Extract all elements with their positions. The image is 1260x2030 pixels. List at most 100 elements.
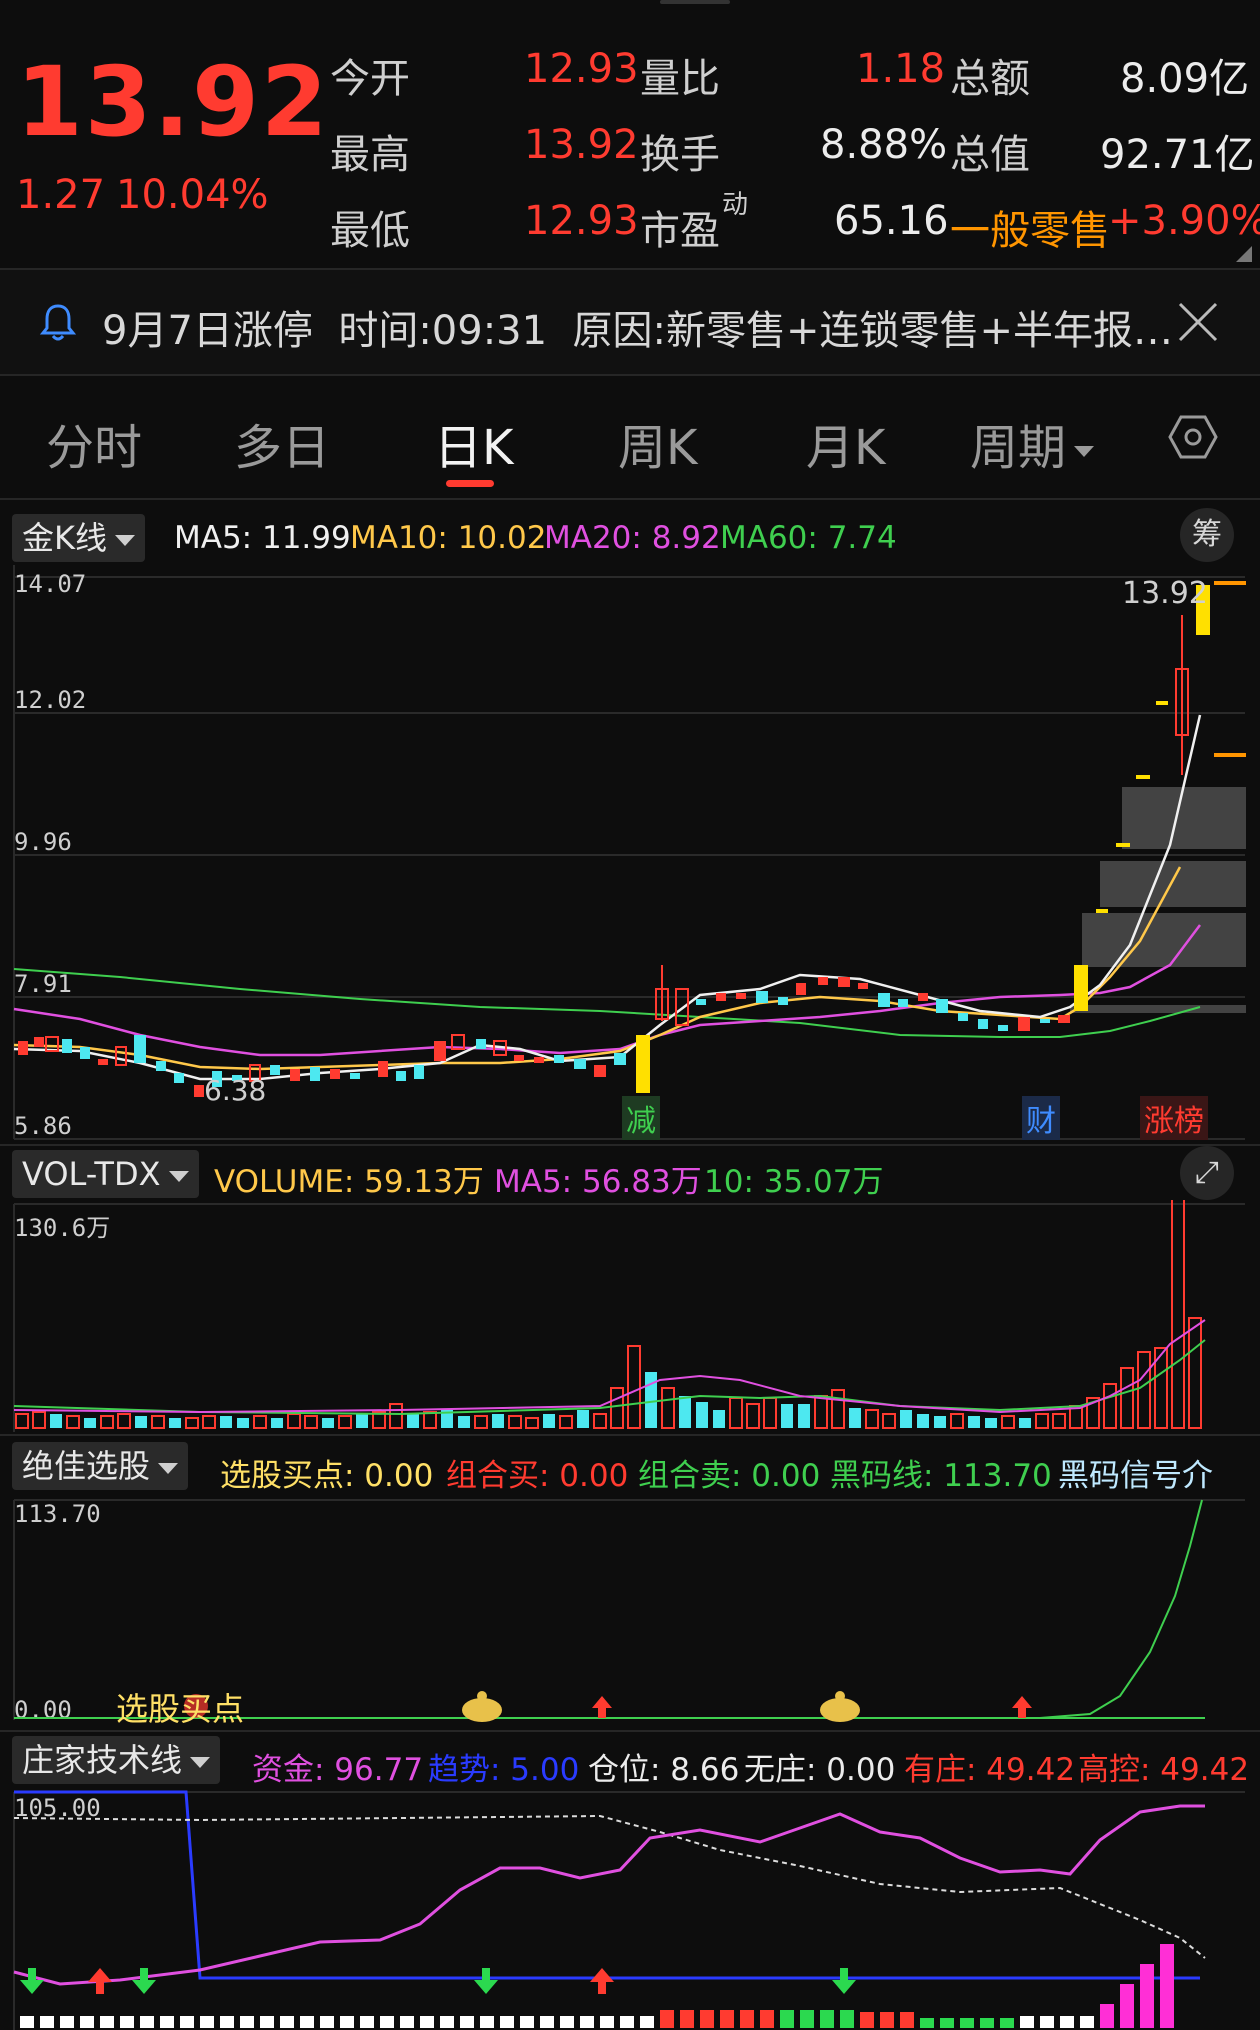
combo-sell-value: 组合卖: 0.00 (638, 1458, 821, 1494)
tab-daily-k[interactable]: 日K (434, 408, 513, 478)
marker-limit-up-list[interactable]: 涨榜 (1140, 1096, 1208, 1140)
dealer-signal-bar (880, 2012, 894, 2028)
dealer-signal-bar (280, 2016, 294, 2028)
volume-ma10-value: 10: 35.07万 (704, 1164, 884, 1200)
volume-bar (917, 1414, 929, 1428)
dealer-signal-bar (40, 2016, 54, 2028)
volume-bar (66, 1415, 80, 1429)
stat-turnover-amount-value: 8.09亿 (1120, 56, 1250, 102)
volume-bar (661, 1387, 675, 1429)
dealer-signal-bar (940, 2018, 954, 2028)
stat-pe-superscript: 动 (722, 190, 749, 220)
volume-bar (1019, 1418, 1031, 1428)
dealer-signal-bar (740, 2010, 754, 2028)
volume-chart[interactable] (0, 1200, 1260, 1432)
dealer-signal-bar (360, 2016, 374, 2028)
volume-bar (882, 1413, 896, 1429)
dealer-signal-bar (640, 2016, 654, 2028)
volume-bar (729, 1397, 743, 1429)
dealer-signal-bar (1060, 2016, 1074, 2028)
no-dealer-value: 无庄: 0.00 (744, 1752, 896, 1788)
black-code-line (1039, 1499, 1203, 1719)
kline-y-label-0: 14.07 (14, 570, 87, 598)
stat-volume-ratio-label: 量比 (640, 56, 720, 102)
candles (18, 581, 1246, 1097)
dealer-signal-bar (320, 2016, 334, 2028)
money-bag-icon (462, 1691, 502, 1722)
volume-bar (423, 1411, 437, 1429)
dealer-signal-bar (440, 2016, 454, 2028)
close-icon[interactable] (1176, 300, 1220, 348)
stat-turnover-rate-value: 8.88% (820, 122, 948, 168)
volume-bar (627, 1345, 641, 1429)
kline-y-label-2: 9.96 (14, 828, 72, 856)
dealer-signal-bar (400, 2016, 414, 2028)
volume-bar (100, 1415, 114, 1429)
expand-icon[interactable]: ⤢ (1180, 1146, 1234, 1200)
settings-hexagon-icon[interactable] (1168, 414, 1218, 464)
dealer-signal-bar (840, 2010, 854, 2028)
volume-bar (151, 1415, 165, 1429)
dealer-signal-bar (720, 2010, 734, 2028)
stock-pick-selector[interactable]: 绝佳选股 (12, 1442, 189, 1490)
ma60-value: MA60: 7.74 (720, 520, 897, 556)
chevron-down-icon (1074, 445, 1095, 457)
volume-bar (253, 1415, 267, 1429)
volume-bar (32, 1411, 46, 1429)
dealer-signal-bar (180, 2016, 194, 2028)
price-change-pct: 10.04% (116, 172, 269, 218)
tab-intraday[interactable]: 分时 (46, 408, 142, 478)
volume-bar (1188, 1317, 1202, 1429)
stat-turnover-amount-label: 总额 (950, 56, 1030, 102)
volume-bar (356, 1414, 368, 1428)
volume-bar (543, 1414, 555, 1428)
pick-buy-point-label: 选股买点 (116, 1690, 245, 1728)
dealer-indicator-selector[interactable]: 庄家技术线 (12, 1736, 221, 1784)
has-dealer-value: 有庄: 49.42 (904, 1752, 1076, 1788)
volume-bar (679, 1396, 691, 1428)
volume-bar (135, 1416, 147, 1428)
volume-ma5-line (13, 1319, 1206, 1414)
volume-bar (338, 1415, 352, 1429)
stat-turnover-rate-label: 换手 (640, 132, 720, 178)
kline-grid (13, 565, 1245, 1140)
tab-multi-day[interactable]: 多日 (234, 408, 330, 478)
stat-pe-label: 市盈 (640, 208, 720, 254)
dealer-signal-bar (780, 2010, 794, 2028)
volume-bar (934, 1416, 946, 1428)
dealer-signal-bar (1040, 2016, 1054, 2028)
volume-bar (237, 1418, 249, 1428)
dealer-chart[interactable] (0, 1788, 1260, 2030)
dealer-signal-bar (680, 2010, 694, 2028)
dealer-signal-bar (340, 2016, 354, 2028)
pick-buy-value: 选股买点: 0.00 (220, 1458, 434, 1494)
volume-bar (1103, 1383, 1117, 1429)
volume-bar (781, 1404, 793, 1428)
kline-y-label-1: 12.02 (14, 686, 87, 714)
stat-low-value: 12.93 (524, 198, 639, 244)
chip-distribution-button[interactable]: 筹 (1180, 508, 1234, 562)
marker-financial-report[interactable]: 财 (1022, 1096, 1060, 1140)
sector-link[interactable]: 一般零售 (950, 198, 1110, 256)
volume-bar (202, 1415, 216, 1429)
volume-indicator-selector[interactable]: VOL-TDX (12, 1150, 199, 1198)
limit-up-notice[interactable]: 9月7日涨停 时间:09:31 原因:新零售+连锁零售+半年报… (0, 270, 1260, 374)
kline-chart[interactable] (0, 565, 1260, 1145)
volume-bar (271, 1418, 283, 1428)
kline-low-label: 6.38 (204, 1074, 267, 1107)
tab-period[interactable]: 周期 (970, 408, 1095, 478)
stat-high-label: 最高 (330, 132, 410, 178)
tab-monthly-k[interactable]: 月K (806, 408, 885, 478)
kline-indicator-selector[interactable]: 金K线 (12, 514, 145, 562)
stat-market-cap-value: 92.71亿 (1100, 132, 1255, 178)
tab-weekly-k[interactable]: 周K (618, 408, 697, 478)
up-arrow-icon (592, 1696, 612, 1718)
volume-bar (985, 1418, 997, 1428)
trend-value: 趋势: 5.00 (428, 1752, 580, 1788)
volume-bar (763, 1397, 777, 1429)
dealer-signal-bar (800, 2010, 814, 2028)
marker-reduce-holdings[interactable]: 减 (622, 1096, 660, 1140)
dealer-signal-bar (500, 2016, 514, 2028)
top-handle (660, 0, 730, 4)
dealer-signal-bar (220, 2016, 234, 2028)
